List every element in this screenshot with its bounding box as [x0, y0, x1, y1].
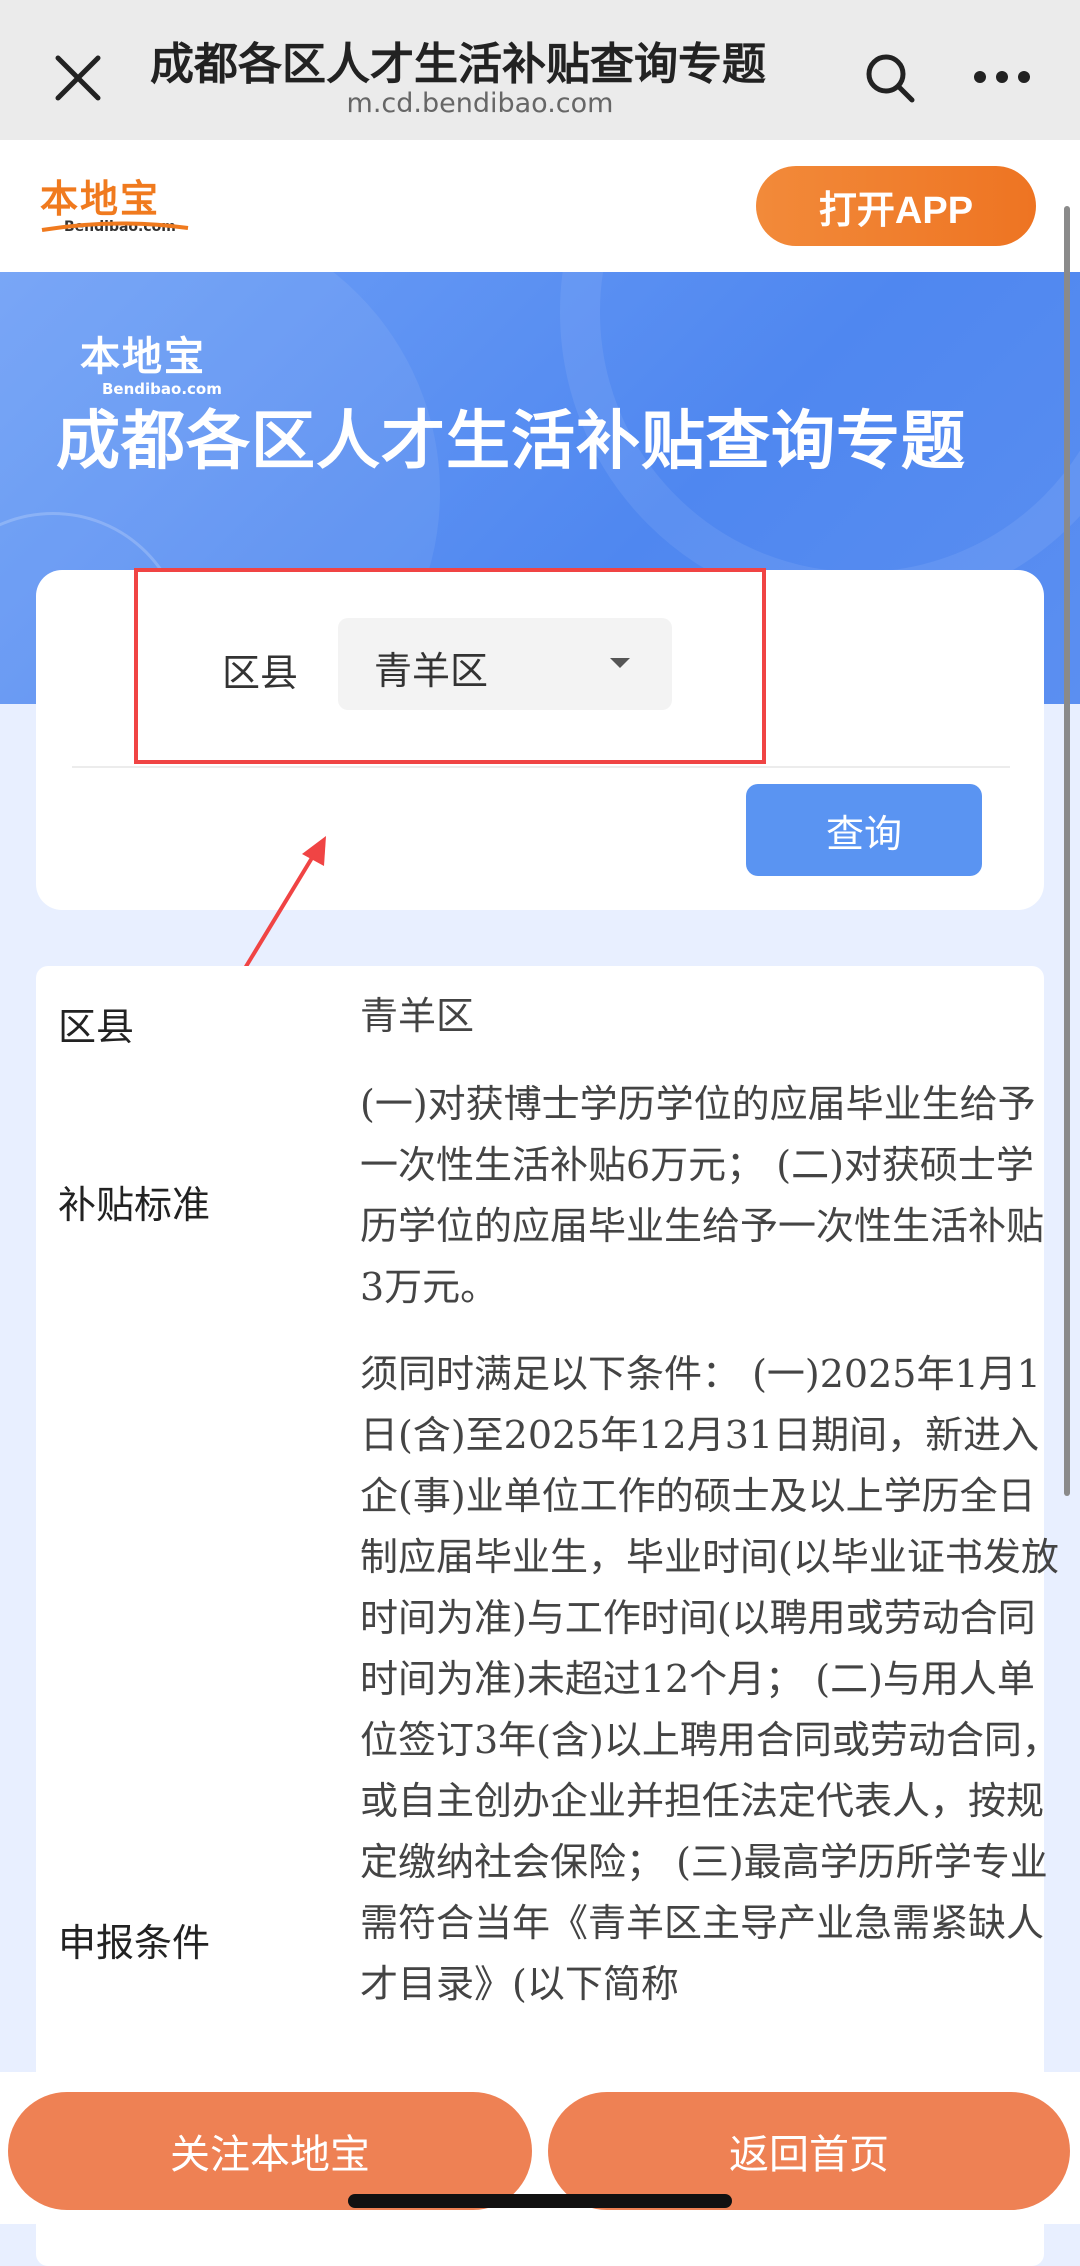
result-row: 区县 青羊区	[36, 986, 1044, 1066]
browser-nav-bar: 成都各区人才生活补贴查询专题 m.cd.bendibao.com	[0, 0, 1080, 140]
open-app-button[interactable]: 打开APP	[756, 166, 1036, 246]
result-row: 补贴标准 (一)对获博士学历学位的应届毕业生给予一次性生活补贴6万元； (二)对…	[36, 1074, 1044, 1324]
logo-text: 本地宝	[40, 177, 161, 221]
home-button[interactable]: 返回首页	[548, 2092, 1070, 2210]
result-key: 区县	[58, 1005, 135, 1049]
close-icon[interactable]	[50, 50, 106, 106]
result-key: 补贴标准	[58, 1183, 211, 1227]
follow-button[interactable]: 关注本地宝	[8, 2092, 532, 2210]
logo-swoosh-icon	[41, 221, 189, 232]
page-url: m.cd.bendibao.com	[346, 88, 614, 119]
query-button[interactable]: 查询	[746, 784, 982, 876]
scrollbar[interactable]	[1064, 206, 1070, 1496]
result-value: 青羊区	[360, 994, 475, 1038]
home-indicator	[348, 2194, 732, 2208]
divider	[72, 766, 1010, 768]
banner-title: 成都各区人才生活补贴查询专题	[56, 405, 966, 479]
result-panel: 区县 青羊区 补贴标准 (一)对获博士学历学位的应届毕业生给予一次性生活补贴6万…	[36, 966, 1060, 2266]
result-value: 须同时满足以下条件： (一)2025年1月1日(含)至2025年12月31日期间…	[360, 1352, 1060, 2006]
banner-logo-text: 本地宝	[80, 334, 206, 380]
bendibao-logo[interactable]: 本地宝 Bendibao.com	[40, 168, 189, 235]
more-icon[interactable]	[972, 62, 1032, 92]
banner-logo: 本地宝 Bendibao.com	[80, 324, 222, 398]
result-value: (一)对获博士学历学位的应届毕业生给予一次性生活补贴6万元； (二)对获硕士学历…	[360, 1082, 1045, 1309]
page-title: 成都各区人才生活补贴查询专题	[150, 39, 766, 90]
annotation-highlight-box	[134, 568, 766, 764]
search-icon[interactable]	[862, 50, 918, 106]
result-key: 申报条件	[58, 1921, 211, 1965]
result-row: 申报条件 须同时满足以下条件： (一)2025年1月1日(含)至2025年12月…	[36, 1344, 1060, 2144]
